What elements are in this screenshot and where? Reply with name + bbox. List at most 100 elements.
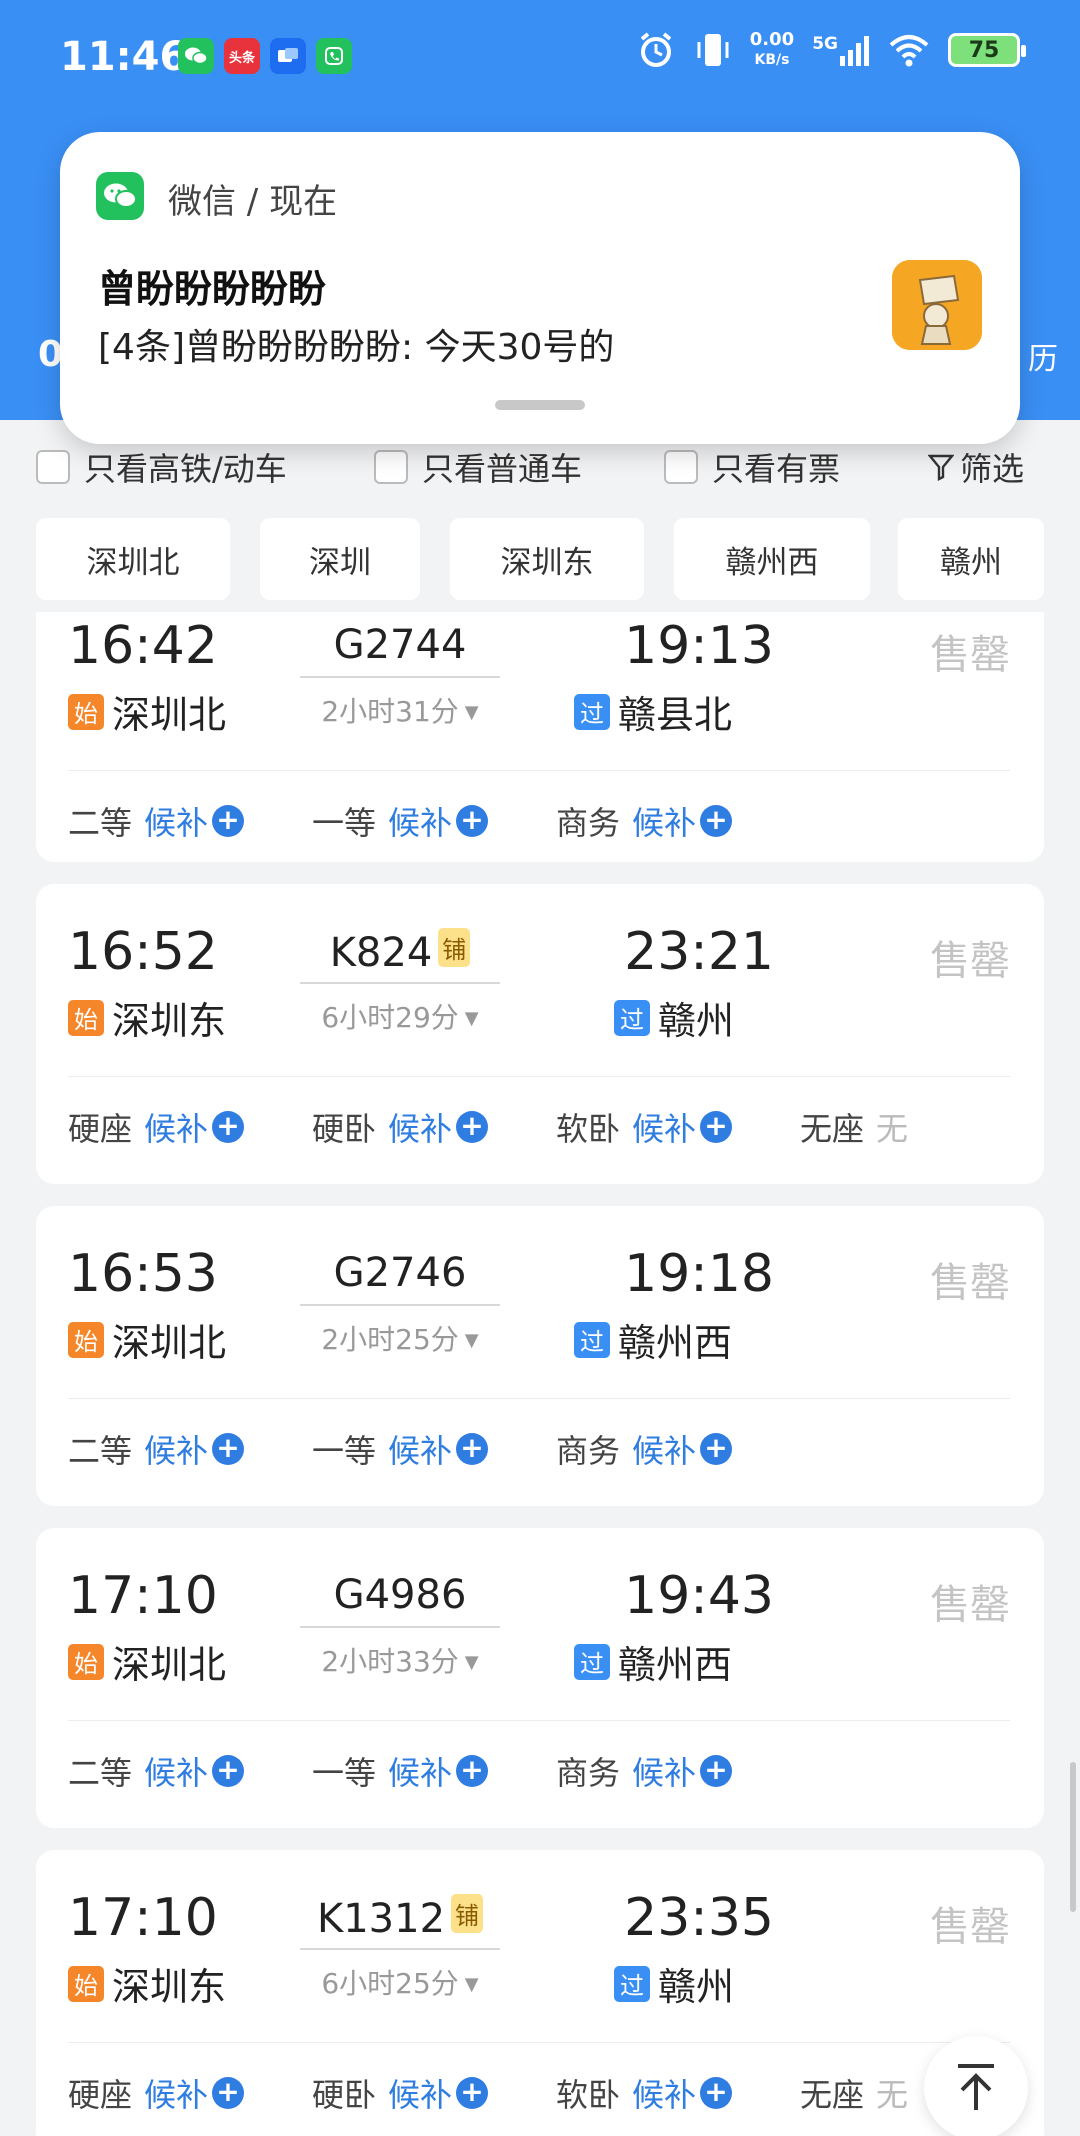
origin-station: 始深圳北: [68, 684, 226, 739]
destination-station: 过赣州: [614, 990, 734, 1045]
duration[interactable]: 6小时25分 ▼: [300, 1962, 500, 2002]
divider: [68, 770, 1010, 771]
destination-station: 过赣州西: [574, 1312, 732, 1367]
train-line: [300, 1304, 500, 1306]
seat-business[interactable]: 商务 候补 +: [556, 798, 733, 844]
notification-sender: 曾盼盼盼盼盼: [98, 267, 327, 311]
filter-button[interactable]: 筛选: [927, 444, 1024, 490]
train-card[interactable]: 17:10 K1312 铺 6小时25分 ▼ 23:35 售罄 始深圳东 过赣州 硬…: [36, 1850, 1044, 2136]
seat-no-seat: 无座无: [800, 2076, 909, 2114]
wifi-icon: [889, 35, 929, 67]
plus-icon: +: [212, 1433, 245, 1465]
duration[interactable]: 6小时29分 ▼: [300, 996, 500, 1036]
plus-icon: +: [700, 1755, 733, 1787]
status-time: 11:46: [60, 34, 188, 80]
scrollbar[interactable]: [1070, 1762, 1076, 1912]
train-number: G4986: [333, 1572, 467, 1618]
plus-icon: +: [456, 2077, 489, 2109]
checkbox-only-available[interactable]: 只看有票: [664, 444, 840, 490]
app-window-icon: [270, 38, 306, 74]
plus-icon: +: [700, 1433, 733, 1465]
sold-out-label: 售罄: [930, 632, 1010, 678]
berth-tag: 铺: [438, 928, 471, 967]
avatar: [892, 260, 982, 350]
destination-station: 过赣县北: [574, 684, 732, 739]
seat-second-class[interactable]: 二等 候补 +: [68, 798, 245, 844]
arrival-time: 19:18: [624, 1244, 774, 1304]
seat-business[interactable]: 商务 候补 +: [556, 1426, 733, 1472]
checkbox-only-highspeed[interactable]: 只看高铁/动车: [36, 444, 287, 490]
sold-out-label: 售罄: [930, 1260, 1010, 1306]
seat-no-seat: 无座无: [800, 1110, 909, 1148]
plus-icon: +: [456, 805, 489, 837]
seat-hard-sleeper[interactable]: 硬卧 候补 +: [312, 1104, 489, 1150]
train-card[interactable]: 16:53 G2746 2小时25分 ▼ 19:18 售罄 始深圳北 过赣州西 二…: [36, 1206, 1044, 1506]
seat-second-class[interactable]: 二等 候补 +: [68, 1748, 245, 1794]
destination-station: 过赣州西: [574, 1634, 732, 1689]
status-app-icons: 头条: [178, 38, 352, 74]
checkbox-box[interactable]: [374, 450, 408, 484]
plus-icon: +: [700, 2077, 733, 2109]
checkbox-box[interactable]: [664, 450, 698, 484]
plus-icon: +: [212, 2077, 245, 2109]
net-speed: 0.00 KB/s: [749, 29, 795, 69]
departure-time: 17:10: [68, 1566, 218, 1626]
alarm-icon: [640, 32, 672, 67]
checkbox-box[interactable]: [36, 450, 70, 484]
funnel-icon: [927, 454, 954, 481]
origin-station: 始深圳北: [68, 1634, 226, 1689]
seat-soft-sleeper[interactable]: 软卧 候补 +: [556, 2070, 733, 2116]
train-number: G2744: [333, 622, 467, 668]
header-peek-right[interactable]: 历: [1028, 334, 1058, 378]
duration[interactable]: 2小时31分 ▼: [300, 690, 500, 730]
departure-time: 16:52: [68, 922, 218, 982]
train-card[interactable]: 17:10 G4986 2小时33分 ▼ 19:43 售罄 始深圳北 过赣州西 二…: [36, 1528, 1044, 1828]
sold-out-label: 售罄: [930, 1904, 1010, 1950]
station-chip[interactable]: 深圳: [260, 518, 420, 600]
origin-station: 始深圳北: [68, 1312, 226, 1367]
train-list: 16:42 G2744 2小时31分 ▼ 19:13 售罄 始深圳北 过赣县北 二…: [0, 612, 1080, 2136]
station-chip[interactable]: 深圳东: [450, 518, 644, 600]
departure-time: 16:42: [68, 616, 218, 676]
departure-time: 16:53: [68, 1244, 218, 1304]
notification-message: [4条]曾盼盼盼盼盼: 今天30号的: [98, 327, 615, 368]
notification-drag-handle[interactable]: [495, 400, 585, 410]
wechat-icon: [178, 38, 214, 74]
train-line: [300, 982, 500, 984]
plus-icon: +: [456, 1433, 489, 1465]
seat-soft-sleeper[interactable]: 软卧 候补 +: [556, 1104, 733, 1150]
duration[interactable]: 2小时33分 ▼: [300, 1640, 500, 1680]
seat-business[interactable]: 商务 候补 +: [556, 1748, 733, 1794]
seat-first-class[interactable]: 一等 候补 +: [312, 1426, 489, 1472]
wechat-icon: [96, 172, 144, 220]
seat-hard-seat[interactable]: 硬座 候补 +: [68, 2070, 245, 2116]
vibrate-icon: [697, 34, 729, 66]
back-to-top-button[interactable]: [924, 2036, 1028, 2136]
train-card[interactable]: 16:42 G2744 2小时31分 ▼ 19:13 售罄 始深圳北 过赣县北 二…: [36, 612, 1044, 862]
station-chip[interactable]: 赣州西: [674, 518, 870, 600]
sold-out-label: 售罄: [930, 938, 1010, 984]
network-type: 5G: [812, 34, 838, 54]
divider: [68, 2042, 1010, 2043]
train-line: [300, 676, 500, 678]
train-line: [300, 1948, 500, 1950]
sold-out-label: 售罄: [930, 1582, 1010, 1628]
train-card[interactable]: 16:52 K824 铺 6小时29分 ▼ 23:21 售罄 始深圳东 过赣州 硬座…: [36, 884, 1044, 1184]
notification-source: 微信 / 现在: [168, 182, 338, 222]
toutiao-icon: 头条: [224, 38, 260, 74]
divider: [68, 1720, 1010, 1721]
seat-second-class[interactable]: 二等 候补 +: [68, 1426, 245, 1472]
duration[interactable]: 2小时25分 ▼: [300, 1318, 500, 1358]
cell-signal: 5G: [812, 34, 870, 66]
seat-first-class[interactable]: 一等 候补 +: [312, 1748, 489, 1794]
checkbox-only-normal[interactable]: 只看普通车: [374, 444, 582, 490]
seat-hard-seat[interactable]: 硬座 候补 +: [68, 1104, 245, 1150]
berth-tag: 铺: [451, 1894, 484, 1933]
station-chip[interactable]: 赣州: [898, 518, 1044, 600]
seat-first-class[interactable]: 一等 候补 +: [312, 798, 489, 844]
divider: [68, 1398, 1010, 1399]
train-number: G2746: [333, 1250, 467, 1296]
seat-hard-sleeper[interactable]: 硬卧 候补 +: [312, 2070, 489, 2116]
station-chip[interactable]: 深圳北: [36, 518, 230, 600]
wechat-notification[interactable]: 微信 / 现在 曾盼盼盼盼盼 [4条]曾盼盼盼盼盼: 今天30号的: [60, 132, 1020, 444]
